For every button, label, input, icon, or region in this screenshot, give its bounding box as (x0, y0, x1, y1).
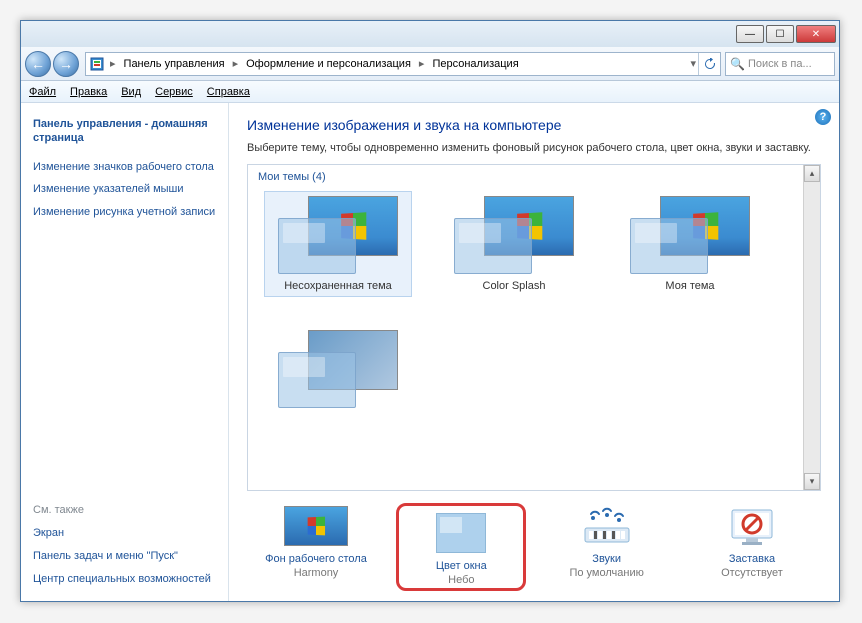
sounds-icon (571, 503, 643, 549)
setting-value: Отсутствует (721, 567, 783, 579)
back-button[interactable]: ← (25, 51, 51, 77)
menu-view[interactable]: Вид (121, 86, 141, 98)
refresh-button[interactable] (698, 53, 720, 75)
window-color-icon (425, 510, 497, 556)
sidebar-seealso-header: См. также (33, 504, 218, 516)
menubar: Файл Правка Вид Сервис Справка (21, 81, 839, 103)
theme-item-color-splash[interactable]: Color Splash (440, 191, 588, 297)
help-icon: ? (820, 111, 827, 123)
menu-help[interactable]: Справка (207, 86, 250, 98)
breadcrumb-item-personalization[interactable]: Персонализация (426, 58, 524, 70)
scrollbar[interactable]: ▴ ▾ (803, 165, 820, 490)
maximize-button[interactable]: ☐ (766, 25, 794, 43)
chevron-right-icon: ▸ (417, 57, 427, 70)
breadcrumb-item-control-panel[interactable]: Панель управления (118, 58, 231, 70)
minimize-button[interactable]: — (736, 25, 764, 43)
setting-desktop-background[interactable]: Фон рабочего стола Harmony (251, 503, 381, 591)
theme-item-4[interactable] (264, 325, 412, 419)
forward-button[interactable]: → (53, 51, 79, 77)
setting-label: Цвет окна (436, 560, 487, 572)
search-placeholder: Поиск в па... (748, 58, 812, 70)
sidebar-link-ease-of-access[interactable]: Центр специальных возможностей (33, 572, 218, 587)
window-color-swatch (630, 218, 708, 274)
sidebar: Панель управления - домашняя страница Из… (21, 103, 229, 601)
main-content: ? Изменение изображения и звука на компь… (229, 103, 839, 601)
body: Панель управления - домашняя страница Из… (21, 103, 839, 601)
arrow-right-icon: → (59, 56, 73, 72)
arrow-left-icon: ← (31, 56, 45, 72)
search-input[interactable]: 🔍 Поиск в па... (725, 52, 835, 76)
theme-thumb (454, 196, 574, 274)
sidebar-link-account-picture[interactable]: Изменение рисунка учетной записи (33, 205, 218, 220)
breadcrumb[interactable]: ▸ Панель управления ▸ Оформление и персо… (85, 52, 721, 76)
setting-value: По умолчанию (569, 567, 643, 579)
chevron-down-icon[interactable]: ▾ (688, 57, 698, 70)
setting-label: Фон рабочего стола (265, 553, 367, 565)
window-color-swatch (454, 218, 532, 274)
theme-item-unsaved[interactable]: Несохраненная тема (264, 191, 412, 297)
sidebar-link-mouse-pointers[interactable]: Изменение указателей мыши (33, 182, 218, 197)
theme-thumb (278, 330, 398, 408)
window-frame: — ☐ ✕ ← → ▸ Панель управления ▸ Оформлен… (20, 20, 840, 602)
menu-file[interactable]: Файл (29, 86, 56, 98)
theme-label: Моя тема (665, 280, 714, 292)
page-description: Выберите тему, чтобы одновременно измени… (247, 141, 821, 156)
breadcrumb-item-appearance[interactable]: Оформление и персонализация (240, 58, 417, 70)
chevron-right-icon: ▸ (231, 57, 241, 70)
sidebar-home-link[interactable]: Панель управления - домашняя страница (33, 117, 218, 146)
themes-list: Несохраненная тема Color Splash (258, 187, 810, 423)
titlebar: — ☐ ✕ (21, 21, 839, 47)
search-icon: 🔍 (730, 57, 745, 71)
menu-tools[interactable]: Сервис (155, 86, 193, 98)
theme-thumb (278, 196, 398, 274)
theme-item-my-theme[interactable]: Моя тема (616, 191, 764, 297)
setting-value: Harmony (294, 567, 339, 579)
nav-bar: ← → ▸ Панель управления ▸ Оформление и п… (21, 47, 839, 81)
scroll-up-button[interactable]: ▴ (804, 165, 820, 182)
control-panel-icon (88, 55, 106, 73)
theme-thumb (630, 196, 750, 274)
setting-label: Звуки (592, 553, 621, 565)
themes-panel: Мои темы (4) Несохраненная тема (247, 164, 821, 491)
chevron-up-icon: ▴ (810, 168, 815, 179)
setting-sounds[interactable]: Звуки По умолчанию (542, 503, 672, 591)
settings-row: Фон рабочего стола Harmony Цвет окна Неб… (247, 503, 821, 591)
scroll-down-button[interactable]: ▾ (804, 473, 820, 490)
page-title: Изменение изображения и звука на компьют… (247, 117, 821, 133)
sidebar-link-taskbar[interactable]: Панель задач и меню "Пуск" (33, 549, 218, 564)
window-color-swatch (278, 352, 356, 408)
theme-label: Несохраненная тема (284, 280, 392, 292)
setting-value: Небо (448, 574, 474, 586)
chevron-down-icon: ▾ (810, 476, 815, 487)
setting-screensaver[interactable]: Заставка Отсутствует (687, 503, 817, 591)
theme-label: Color Splash (483, 280, 546, 292)
desktop-background-icon (280, 503, 352, 549)
window-color-swatch (278, 218, 356, 274)
setting-label: Заставка (729, 553, 775, 565)
screensaver-icon (716, 503, 788, 549)
sidebar-link-display[interactable]: Экран (33, 526, 218, 541)
menu-edit[interactable]: Правка (70, 86, 107, 98)
refresh-icon (704, 58, 716, 70)
setting-window-color[interactable]: Цвет окна Небо (396, 503, 526, 591)
sidebar-link-desktop-icons[interactable]: Изменение значков рабочего стола (33, 160, 218, 175)
close-button[interactable]: ✕ (796, 25, 836, 43)
scroll-track[interactable] (804, 182, 820, 473)
themes-group-label: Мои темы (4) (258, 171, 810, 183)
help-button[interactable]: ? (815, 109, 831, 125)
chevron-right-icon: ▸ (108, 57, 118, 70)
